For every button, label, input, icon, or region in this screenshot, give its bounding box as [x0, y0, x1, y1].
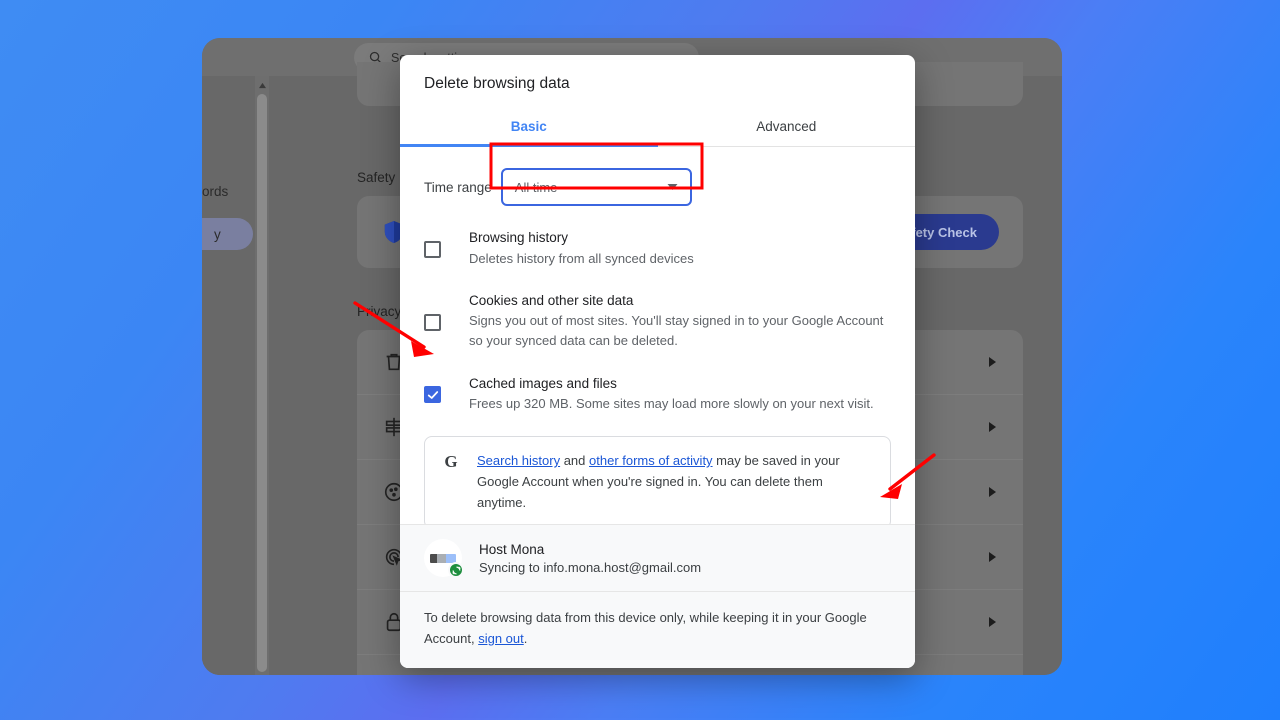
settings-sidebar: ords y	[202, 76, 255, 675]
option-description: Signs you out of most sites. You'll stay…	[469, 313, 884, 349]
check-icon	[427, 391, 438, 399]
account-sync-status: Syncing to info.mona.host@gmail.com	[479, 559, 702, 575]
checkbox-browsing-history[interactable]	[424, 240, 441, 258]
footer-note-period: .	[523, 631, 528, 647]
avatar[interactable]	[424, 539, 464, 579]
account-name: Host Mona	[479, 541, 545, 557]
google-note-mid: and	[560, 453, 590, 469]
chevron-right-icon	[989, 487, 996, 497]
sidebar-item-privacy-security[interactable]: y	[202, 218, 253, 250]
chevron-right-icon	[989, 357, 996, 367]
chevron-right-icon	[989, 552, 996, 562]
account-row[interactable]: Host Mona Syncing to info.mona.host@gmai…	[400, 525, 915, 591]
time-range-select[interactable]: All time	[500, 168, 692, 206]
footer-note: To delete browsing data from this device…	[400, 591, 915, 668]
dialog-content: Time range All time Browsing history Del…	[400, 147, 915, 525]
option-cached-images-and-files[interactable]: Cached images and files Frees up 320 MB.…	[400, 374, 915, 415]
option-description: Deletes history from all synced devices	[469, 250, 694, 266]
settings-scrollbar[interactable]	[255, 76, 269, 675]
google-g-icon: G	[444, 452, 458, 472]
option-browsing-history[interactable]: Browsing history Deletes history from al…	[400, 228, 915, 269]
google-account-note: G Search history and other forms of acti…	[424, 436, 891, 525]
option-title: Cached images and files	[469, 375, 617, 391]
other-forms-of-activity-link[interactable]: other forms of activity	[589, 453, 713, 468]
tab-advanced[interactable]: Advanced	[658, 109, 916, 146]
checkbox-cookies-and-site-data[interactable]	[424, 313, 441, 331]
option-title: Cookies and other site data	[469, 292, 634, 308]
dialog-footer: Host Mona Syncing to info.mona.host@gmai…	[400, 524, 915, 668]
chevron-right-icon	[989, 422, 996, 432]
sign-out-link[interactable]: sign out	[478, 631, 524, 646]
privacy-section-title: Privacy	[357, 304, 402, 319]
tab-basic[interactable]: Basic	[400, 109, 658, 147]
time-range-value: All time	[514, 179, 558, 195]
google-note-text: Search history and other forms of activi…	[477, 451, 874, 513]
option-cookies-and-site-data[interactable]: Cookies and other site data Signs you ou…	[400, 291, 915, 352]
dialog-title: Delete browsing data	[424, 75, 570, 92]
time-range-label: Time range	[424, 179, 492, 195]
scroll-up-arrow-icon[interactable]	[255, 78, 269, 92]
option-title: Browsing history	[469, 230, 569, 245]
checkbox-cached-images-and-files[interactable]	[424, 386, 441, 404]
chevron-down-icon	[667, 184, 678, 190]
dialog-tabs: Basic Advanced	[400, 109, 915, 147]
chevron-right-icon	[989, 617, 996, 627]
safety-section-title: Safety	[357, 170, 396, 185]
time-range-row: Time range All time	[400, 147, 915, 206]
option-description: Frees up 320 MB. Some sites may load mor…	[469, 396, 874, 412]
search-history-link[interactable]: Search history	[477, 453, 560, 468]
delete-browsing-data-dialog: Delete browsing data Basic Advanced Time…	[400, 55, 915, 668]
scrollbar-thumb[interactable]	[257, 94, 267, 672]
sidebar-item-passwords[interactable]: ords	[202, 184, 228, 199]
sync-icon	[448, 562, 464, 579]
